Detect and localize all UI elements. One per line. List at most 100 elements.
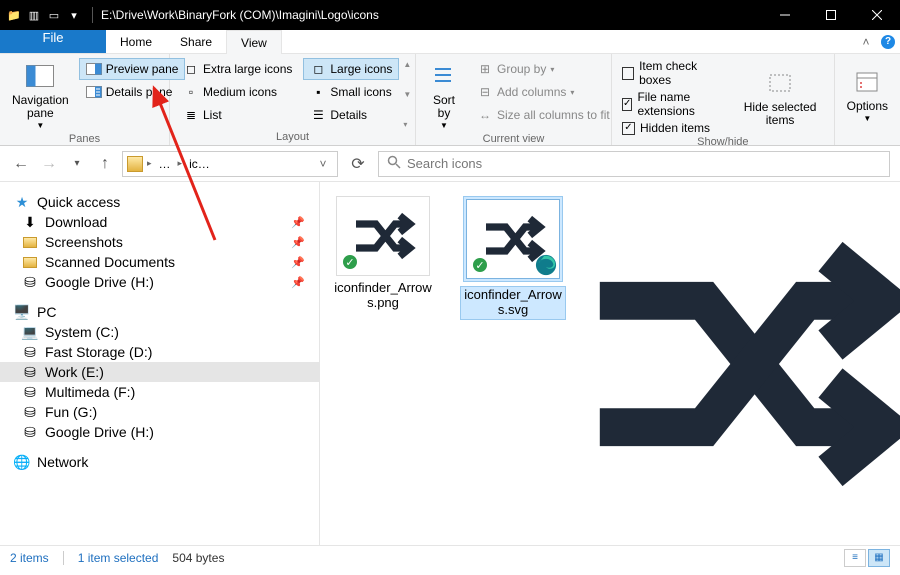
group-label-layout: Layout (170, 131, 415, 145)
layout-medium[interactable]: ▫Medium icons (176, 81, 299, 103)
breadcrumb[interactable]: ic… (186, 157, 213, 171)
file-item[interactable]: ✓iconfinder_Arrows.svg (460, 196, 566, 320)
file-extensions-toggle[interactable]: ✓File name extensions (618, 89, 729, 119)
drive-icon: ⛁ (22, 404, 38, 420)
file-item[interactable]: ✓ iconfinder_Arrows.png (330, 196, 436, 312)
layout-large[interactable]: ◻Large icons (303, 58, 399, 80)
tree-item[interactable]: ⛁Google Drive (H:) (0, 422, 319, 442)
tree-item[interactable]: ⛁Work (E:) (0, 362, 319, 382)
nav-tree[interactable]: ★Quick access ⬇Download📌Screenshots📌Scan… (0, 182, 320, 545)
back-button[interactable]: ← (10, 153, 32, 175)
preview-pane (584, 182, 900, 545)
props-icon[interactable]: ▭ (46, 7, 62, 23)
file-name: iconfinder_Arrows.png (330, 280, 436, 312)
tab-view[interactable]: View (226, 30, 282, 54)
layout-details[interactable]: ☰Details (303, 104, 399, 126)
layout-list[interactable]: ≣List (176, 104, 299, 126)
file-thumbnail: ✓ (336, 196, 430, 276)
drive-icon: ⛁ (22, 424, 38, 440)
folder-icon (22, 234, 38, 250)
layout-more-icon[interactable]: ▾ (403, 120, 411, 129)
tab-file[interactable]: File (0, 30, 106, 53)
item-checkboxes-toggle[interactable]: Item check boxes (618, 58, 729, 88)
tree-item[interactable]: Scanned Documents📌 (0, 252, 319, 272)
pin-icon: 📌 (291, 236, 305, 249)
folder-icon (22, 254, 38, 270)
status-selected: 1 item selected (78, 551, 159, 565)
hide-selected-button[interactable]: Hide selected items (733, 58, 828, 136)
ribbon-view: Navigation pane▼ Preview pane Details pa… (0, 54, 900, 146)
add-columns-button[interactable]: ⊟Add columns ▾ (470, 81, 617, 103)
qat-dropdown-icon[interactable]: ▾ (66, 7, 82, 23)
address-bar-row: ← → ▾ ↑ ▸ … ▸ ic… ˅ ⟳ Search icons (0, 146, 900, 182)
edge-icon (535, 254, 557, 276)
help-button[interactable]: ? (876, 30, 900, 53)
group-label-current-view: Current view (416, 133, 611, 147)
titlebar: 📁 ▥ ▭ ▾ E:\Drive\Work\BinaryFork (COM)\I… (0, 0, 900, 30)
view-details-button[interactable]: ≡ (844, 549, 866, 567)
pin-icon: 📌 (291, 256, 305, 269)
save-icon[interactable]: ▥ (26, 7, 42, 23)
preview-image (584, 204, 900, 524)
maximize-button[interactable] (808, 0, 854, 30)
breadcrumb[interactable]: … (156, 157, 174, 171)
options-button[interactable]: Options▼ (841, 58, 894, 131)
tree-item[interactable]: ⛁Google Drive (H:)📌 (0, 272, 319, 292)
address-bar[interactable]: ▸ … ▸ ic… ˅ (122, 151, 338, 177)
chevron-right-icon[interactable]: ▸ (178, 158, 183, 169)
drive-icon: ⛁ (22, 384, 38, 400)
collapse-ribbon-icon[interactable]: ˄ (856, 30, 876, 53)
forward-button[interactable]: → (38, 153, 60, 175)
tree-item[interactable]: ⬇Download📌 (0, 212, 319, 232)
group-by-button[interactable]: ⊞Group by ▾ (470, 58, 617, 80)
tree-network[interactable]: 🌐Network (0, 452, 319, 472)
sync-badge-icon: ✓ (471, 256, 489, 274)
tree-quick-access[interactable]: ★Quick access (0, 192, 319, 212)
drive-icon: ⛁ (22, 344, 38, 360)
search-placeholder: Search icons (407, 156, 482, 171)
size-columns-button[interactable]: ↔Size all columns to fit (470, 104, 617, 126)
layout-small[interactable]: ▪Small icons (303, 81, 399, 103)
address-dropdown-icon[interactable]: ˅ (313, 157, 333, 171)
folder-icon (127, 156, 143, 172)
tree-item[interactable]: ⛁Fun (G:) (0, 402, 319, 422)
drive-icon: ⛁ (22, 364, 38, 380)
content-area: ★Quick access ⬇Download📌Screenshots📌Scan… (0, 182, 900, 545)
history-dropdown[interactable]: ▾ (66, 153, 88, 175)
tree-item[interactable]: 💻System (C:) (0, 322, 319, 342)
layout-scroll-up-icon[interactable]: ▲ (403, 60, 411, 69)
search-icon (387, 155, 401, 172)
sort-by-button[interactable]: Sort by▼ (422, 58, 466, 133)
tree-this-pc[interactable]: 🖥️PC (0, 302, 319, 322)
tab-home[interactable]: Home (106, 30, 166, 53)
layout-extra-large[interactable]: ◻Extra large icons (176, 58, 299, 80)
folder-icon: 📁 (6, 7, 22, 23)
sync-badge-icon: ✓ (341, 253, 359, 271)
tree-item[interactable]: ⛁Fast Storage (D:) (0, 342, 319, 362)
refresh-button[interactable]: ⟳ (344, 151, 372, 177)
status-bar: 2 items 1 item selected 504 bytes ≡ ▦ (0, 545, 900, 569)
folder-icon: ⛁ (22, 274, 38, 290)
close-button[interactable] (854, 0, 900, 30)
search-input[interactable]: Search icons (378, 151, 890, 177)
tree-item[interactable]: ⛁Multimeda (F:) (0, 382, 319, 402)
up-button[interactable]: ↑ (94, 153, 116, 175)
ribbon-tabs: File Home Share View ˄ ? (0, 30, 900, 54)
drive-icon: 💻 (22, 324, 38, 340)
status-size: 504 bytes (172, 551, 224, 565)
tab-share[interactable]: Share (166, 30, 226, 53)
minimize-button[interactable] (762, 0, 808, 30)
file-list[interactable]: ✓ iconfinder_Arrows.png ✓iconfinder_Arrows… (320, 182, 584, 545)
layout-scroll-down-icon[interactable]: ▼ (403, 90, 411, 99)
file-thumbnail: ✓ (466, 199, 560, 279)
pin-icon: 📌 (291, 216, 305, 229)
chevron-right-icon[interactable]: ▸ (147, 158, 152, 169)
status-count: 2 items (10, 551, 49, 565)
group-label-showhide: Show/hide (612, 136, 834, 150)
group-label-panes: Panes (0, 133, 169, 147)
hidden-items-toggle[interactable]: ✓Hidden items (618, 120, 729, 136)
navigation-pane-button[interactable]: Navigation pane▼ (6, 58, 75, 133)
window-title: E:\Drive\Work\BinaryFork (COM)\Imagini\L… (97, 8, 762, 22)
tree-item[interactable]: Screenshots📌 (0, 232, 319, 252)
view-icons-button[interactable]: ▦ (868, 549, 890, 567)
